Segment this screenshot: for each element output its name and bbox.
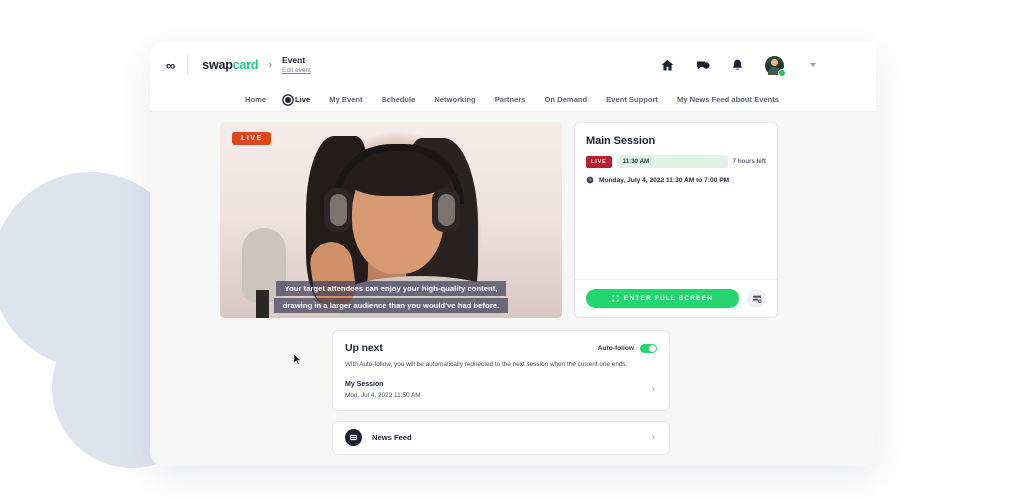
caption-line-2: drawing in a larger audience than you wo…: [273, 298, 509, 313]
nav-item-event-support[interactable]: Event Support: [606, 95, 658, 104]
session-info-panel: Main Session LIVE 11:30 AM 7 hours left …: [574, 122, 778, 318]
nav-item-my-event[interactable]: My Event: [329, 95, 362, 104]
app-window: ∞ swapcard › Event Edit event Home Live …: [150, 42, 876, 466]
nav-item-on-demand[interactable]: On Demand: [545, 95, 588, 104]
up-next-session-info: My Session Mon, Jul 4, 2022 11:50 AM: [345, 381, 421, 399]
nav-item-schedule[interactable]: Schedule: [382, 95, 416, 104]
bell-icon[interactable]: [730, 58, 745, 73]
edit-event-link[interactable]: Edit event: [282, 67, 311, 74]
enter-full-screen-button[interactable]: ENTER FULL SCREEN: [586, 289, 739, 308]
mouse-cursor: [293, 353, 302, 366]
breadcrumb: Event Edit event: [282, 54, 311, 74]
auto-follow-label: Auto-follow: [597, 344, 634, 352]
main-navigation: Home Live My Event Schedule Networking P…: [150, 88, 876, 112]
enter-full-screen-label: ENTER FULL SCREEN: [624, 295, 713, 302]
auto-follow-description: With Auto-follow, you will be automatica…: [345, 361, 628, 368]
chevron-down-icon[interactable]: [810, 63, 816, 67]
avatar[interactable]: [765, 55, 786, 77]
newspaper-icon: [345, 429, 362, 447]
live-row: LIVE Your target attendees can enjoy you…: [150, 122, 876, 318]
up-next-session-title: My Session: [345, 380, 384, 388]
headphone-pad-right: [438, 194, 455, 226]
news-feed-chevron-right-icon[interactable]: ›: [652, 432, 657, 443]
brand-suffix: card: [232, 58, 259, 72]
nav-item-partners[interactable]: Partners: [495, 95, 526, 104]
video-player[interactable]: LIVE Your target attendees can enjoy you…: [220, 122, 562, 318]
top-header-bar: ∞ swapcard › Event Edit event: [150, 42, 876, 88]
content-area: LIVE Your target attendees can enjoy you…: [150, 112, 876, 466]
session-time-badge: 11:30 AM: [616, 155, 728, 168]
nav-item-live-label: Live: [295, 95, 311, 104]
nav-item-networking[interactable]: Networking: [434, 95, 475, 104]
headphone-pad-left: [330, 194, 347, 226]
expand-icon: [612, 295, 619, 302]
session-panel-footer: ENTER FULL SCREEN: [575, 279, 777, 317]
session-live-badge: LIVE: [586, 155, 612, 168]
up-next-session-date: Mon, Jul 4, 2022 11:50 AM: [345, 391, 421, 399]
auto-follow-control[interactable]: Auto-follow: [597, 343, 657, 353]
header-actions: [660, 42, 816, 88]
video-live-badge: LIVE: [232, 132, 271, 145]
nav-item-home[interactable]: Home: [245, 95, 266, 104]
layout-settings-icon: [752, 294, 762, 304]
chat-bubbles-icon[interactable]: [695, 58, 710, 73]
nav-item-live[interactable]: Live: [285, 95, 310, 104]
up-next-header: Up next Auto-follow: [345, 342, 657, 354]
session-date-text: Monday, July 4, 2022 11:30 AM to 7:00 PM: [599, 176, 730, 184]
nav-item-my-news-feed[interactable]: My News Feed about Events: [677, 95, 779, 104]
session-time-left: 7 hours left: [732, 158, 766, 165]
session-panel-body: Main Session LIVE 11:30 AM 7 hours left …: [575, 123, 777, 279]
session-meta-row: LIVE 11:30 AM 7 hours left: [586, 155, 766, 168]
page-title: Event: [282, 54, 306, 65]
home-icon[interactable]: [660, 58, 675, 73]
screenshot-stage: ∞ swapcard › Event Edit event Home Live …: [0, 0, 1024, 500]
clock-icon: [586, 176, 594, 184]
live-indicator-icon: [285, 96, 292, 103]
up-next-title: Up next: [345, 342, 383, 354]
video-captions: Your target attendees can enjoy your hig…: [220, 281, 562, 313]
header-divider: [187, 55, 189, 75]
brand-prefix: swap: [202, 58, 233, 72]
news-feed-card[interactable]: News Feed ›: [332, 420, 670, 455]
session-title: Main Session: [586, 135, 656, 147]
breadcrumb-separator: ›: [268, 59, 273, 71]
caption-line-1: Your target attendees can enjoy your hig…: [275, 281, 507, 296]
news-feed-label: News Feed: [372, 433, 412, 443]
layout-settings-button[interactable]: [747, 289, 766, 308]
swapcard-logo[interactable]: swapcard: [202, 58, 258, 72]
up-next-card: Up next Auto-follow With Auto-follow, yo…: [332, 330, 670, 411]
infinity-logo-icon[interactable]: ∞: [166, 59, 175, 72]
auto-follow-toggle[interactable]: [640, 343, 657, 353]
lower-cards: Up next Auto-follow With Auto-follow, yo…: [150, 330, 876, 455]
session-date-row: Monday, July 4, 2022 11:30 AM to 7:00 PM: [586, 176, 766, 184]
up-next-session-row[interactable]: My Session Mon, Jul 4, 2022 11:50 AM ›: [345, 381, 657, 399]
status-badge: [778, 68, 786, 77]
chevron-right-icon[interactable]: ›: [652, 384, 657, 395]
